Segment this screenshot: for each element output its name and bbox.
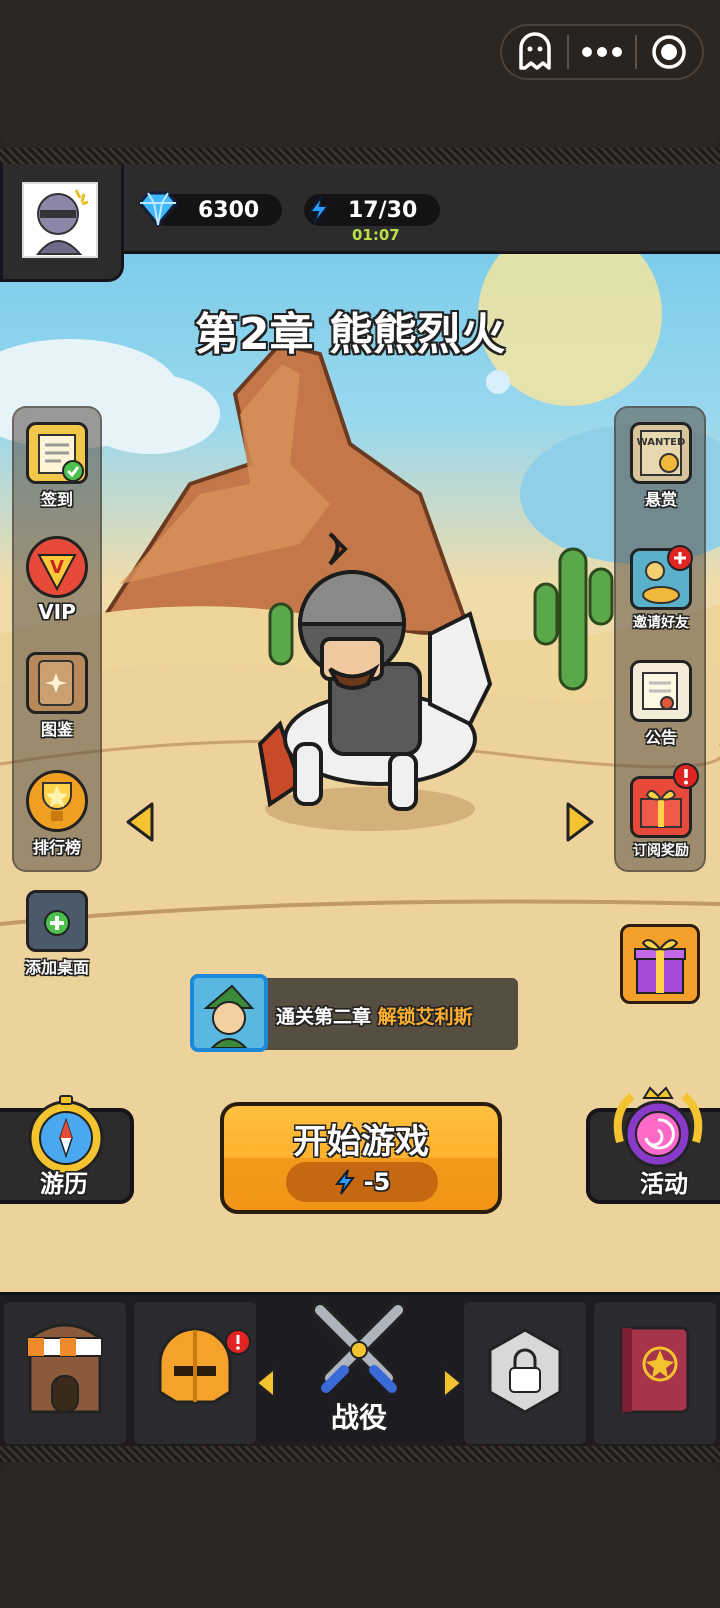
nav-shop[interactable] [4, 1302, 126, 1444]
unlock-hint-text: 通关第二章 解锁艾利斯 [276, 1002, 473, 1029]
locked-hexagon-icon [488, 1328, 562, 1414]
menu-bounty[interactable]: WANTED 悬赏 [616, 422, 706, 510]
player-avatar[interactable] [22, 182, 98, 258]
unlock-hint-prefix: 通关第二章 [276, 1006, 372, 1028]
energy-count: 17/30 [348, 197, 418, 223]
lightning-icon [334, 1169, 355, 1195]
next-hero-arrow-icon[interactable] [564, 800, 596, 848]
gift-box-icon [634, 939, 686, 994]
record-target-icon[interactable] [637, 26, 702, 78]
decorative-strip [0, 1446, 720, 1462]
shop-icon [27, 1323, 103, 1414]
start-game-label: 开始游戏 [293, 1122, 429, 1162]
ghost-icon[interactable] [502, 26, 567, 78]
menu-vip-label: VIP [38, 600, 76, 624]
menu-announcement[interactable]: 公告 [616, 660, 706, 748]
nav-prev-arrow-icon[interactable] [254, 1366, 278, 1404]
helmet-equipment-icon [158, 1327, 251, 1404]
alert-badge-icon [672, 762, 700, 794]
menu-add-desktop[interactable]: 添加桌面 [12, 890, 102, 978]
menu-vip[interactable]: V VIP [12, 536, 102, 624]
menu-subscription-label: 订阅奖励 [633, 843, 689, 859]
nav-campaign-label: 战役 [330, 1401, 387, 1434]
mini-program-capsule [500, 24, 704, 80]
event-label: 活动 [640, 1170, 688, 1198]
energy-cost-value: -5 [363, 1168, 391, 1196]
prev-hero-arrow-icon[interactable] [124, 800, 156, 848]
checkin-clipboard-icon [26, 422, 88, 484]
decorative-strip [0, 148, 720, 164]
crossed-swords-icon [312, 1302, 406, 1393]
event-button[interactable]: 活动 [586, 1086, 720, 1204]
spellbook-icon [620, 1326, 690, 1414]
menu-checkin-label: 签到 [40, 490, 73, 509]
more-dots-icon[interactable] [569, 26, 634, 78]
add-phone-icon [26, 890, 88, 952]
menu-announcement-label: 公告 [644, 728, 677, 747]
energy-cost-pill: -5 [286, 1162, 438, 1202]
energy-timer: 01:07 [352, 226, 400, 244]
wanted-poster-icon: WANTED [630, 422, 692, 484]
menu-bounty-label: 悬赏 [644, 490, 677, 509]
menu-codex[interactable]: 图鉴 [12, 652, 102, 740]
menu-invite-label: 邀请好友 [633, 615, 689, 631]
gem-count: 6300 [198, 197, 260, 223]
diamond-icon [136, 189, 180, 233]
svg-text:V: V [50, 557, 64, 578]
nav-locked[interactable] [464, 1302, 586, 1444]
nav-next-arrow-icon[interactable] [440, 1366, 464, 1404]
codex-book-icon [26, 652, 88, 714]
unlock-hint-highlight: 解锁艾利斯 [377, 1006, 473, 1028]
start-game-button[interactable]: 开始游戏 -5 [220, 1102, 502, 1214]
trophy-icon [26, 770, 88, 832]
menu-add-desktop-label: 添加桌面 [24, 958, 89, 977]
lightning-icon [306, 194, 332, 230]
menu-codex-label: 图鉴 [40, 720, 73, 739]
vip-badge-icon: V [26, 536, 88, 598]
hero-portrait-icon [190, 974, 268, 1052]
system-bottom-area [0, 1462, 720, 1608]
svg-text:WANTED: WANTED [637, 437, 686, 448]
menu-leaderboard[interactable]: 排行榜 [12, 770, 102, 858]
chapter-title: 第2章 熊熊烈火 [195, 309, 505, 360]
menu-leaderboard-label: 排行榜 [32, 838, 81, 857]
travel-label: 游历 [40, 1170, 88, 1198]
menu-checkin[interactable]: 签到 [12, 422, 102, 510]
plus-badge-icon [666, 544, 694, 576]
nav-equipment[interactable] [134, 1302, 256, 1444]
travel-button[interactable]: 游历 [0, 1095, 134, 1204]
announcement-scroll-icon [630, 660, 692, 722]
nav-campaign[interactable]: 战役 [300, 1300, 418, 1440]
gift-box-button[interactable] [620, 924, 700, 1004]
nav-spellbook[interactable] [594, 1302, 716, 1444]
